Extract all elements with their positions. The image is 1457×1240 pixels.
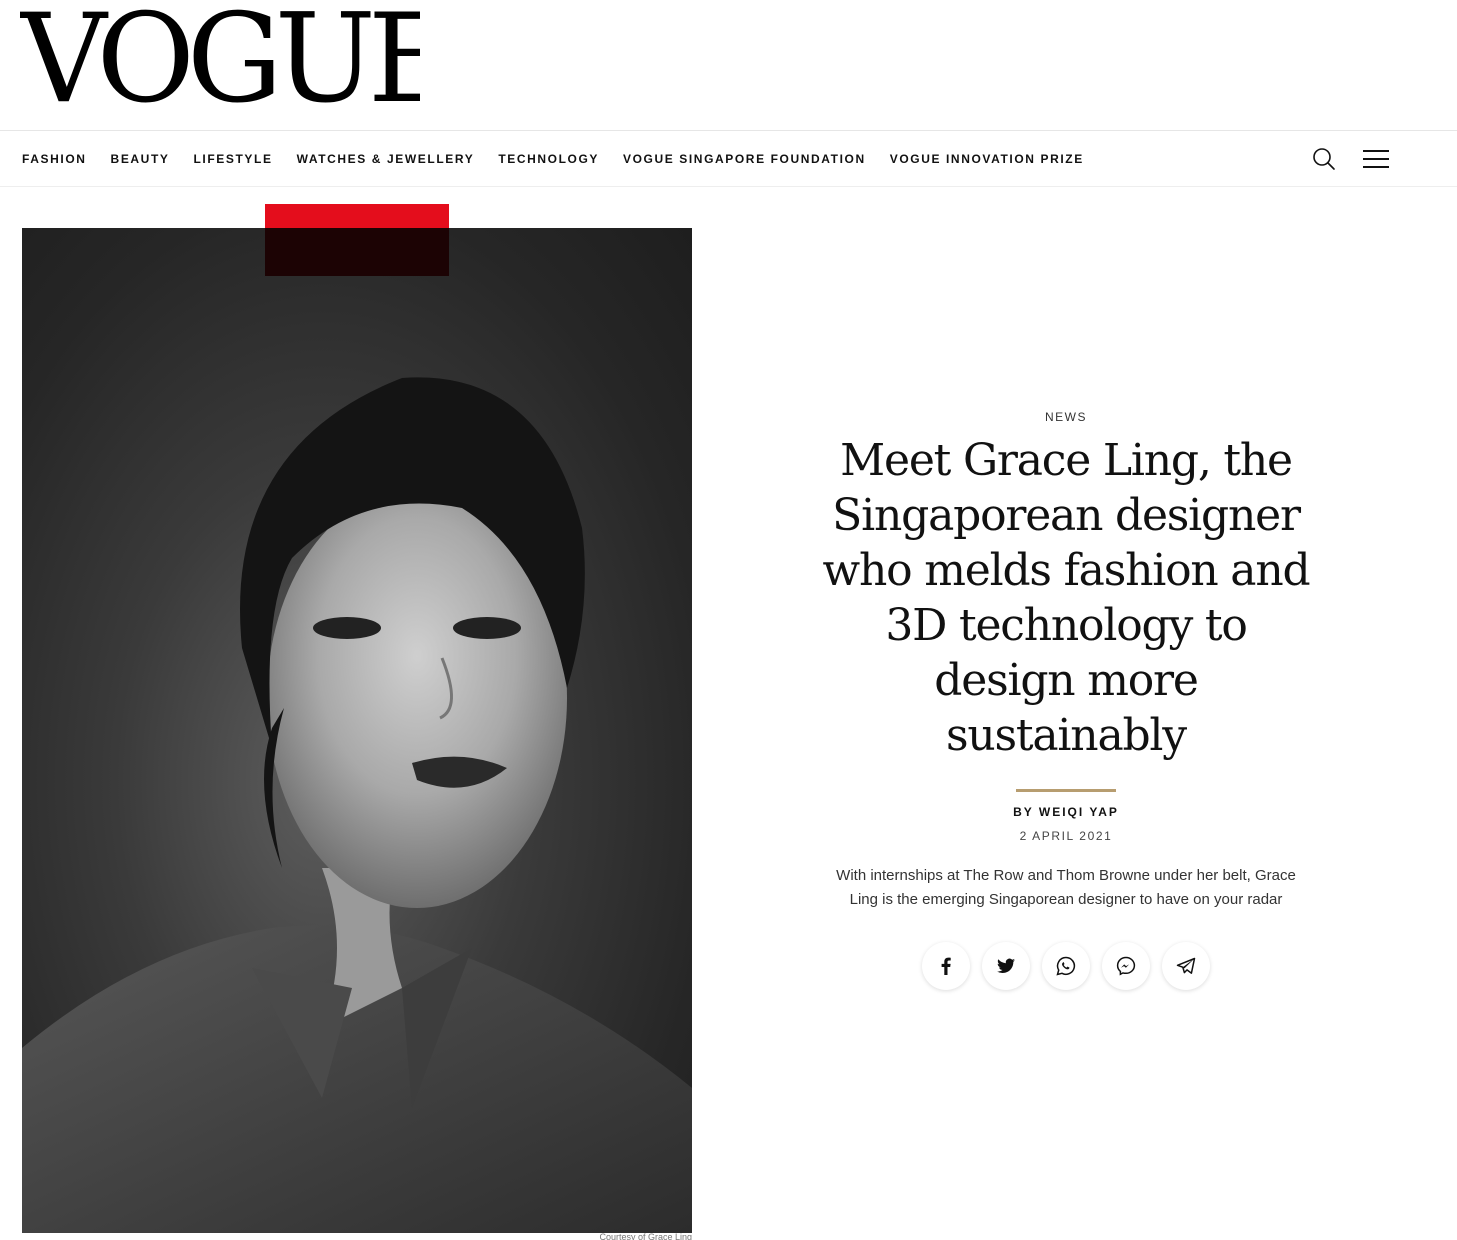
photo-credit: Courtesy of Grace Ling — [599, 1233, 692, 1240]
nav-link-fashion[interactable]: FASHION — [22, 152, 87, 166]
whatsapp-icon — [1056, 956, 1076, 976]
portrait-illustration — [22, 377, 692, 1233]
red-accent-tab-overlap — [265, 228, 449, 276]
hero-portrait-image — [22, 228, 692, 1233]
article-byline[interactable]: BY WEIQI YAP — [816, 804, 1316, 820]
facebook-icon — [941, 957, 951, 975]
telegram-icon — [1176, 957, 1196, 974]
article-date: 2 APRIL 2021 — [1019, 829, 1113, 843]
messenger-share-button[interactable] — [1102, 942, 1150, 990]
main-nav: FASHION BEAUTY LIFESTYLE WATCHES & JEWEL… — [0, 131, 1457, 187]
messenger-icon — [1116, 956, 1136, 976]
telegram-share-button[interactable] — [1162, 942, 1210, 990]
hamburger-menu-icon[interactable] — [1362, 145, 1390, 173]
nav-link-vogue-singapore-foundation[interactable]: VOGUE SINGAPORE FOUNDATION — [623, 152, 866, 166]
nav-link-lifestyle[interactable]: LIFESTYLE — [193, 152, 272, 166]
search-icon[interactable] — [1310, 145, 1338, 173]
twitter-share-button[interactable] — [982, 942, 1030, 990]
nav-link-technology[interactable]: TECHNOLOGY — [498, 152, 599, 166]
article-header: NEWS Meet Grace Ling, the Singaporean de… — [816, 405, 1316, 990]
facebook-share-button[interactable] — [922, 942, 970, 990]
gold-divider — [1016, 789, 1116, 792]
masthead: VOGUE — [0, 0, 1457, 131]
share-buttons — [816, 942, 1316, 990]
nav-link-watches-jewellery[interactable]: WATCHES & JEWELLERY — [297, 152, 475, 166]
whatsapp-share-button[interactable] — [1042, 942, 1090, 990]
article-headline: Meet Grace Ling, the Singaporean designe… — [822, 435, 1311, 761]
article-category[interactable]: NEWS — [816, 405, 1316, 429]
nav-link-beauty[interactable]: BEAUTY — [111, 152, 170, 166]
article-dek: With internships at The Row and Thom Bro… — [836, 867, 1296, 908]
twitter-icon — [997, 958, 1015, 974]
nav-link-vogue-innovation-prize[interactable]: VOGUE INNOVATION PRIZE — [890, 152, 1084, 166]
nav-links: FASHION BEAUTY LIFESTYLE WATCHES & JEWEL… — [22, 131, 1108, 187]
vogue-logo[interactable]: VOGUE — [20, 0, 420, 122]
